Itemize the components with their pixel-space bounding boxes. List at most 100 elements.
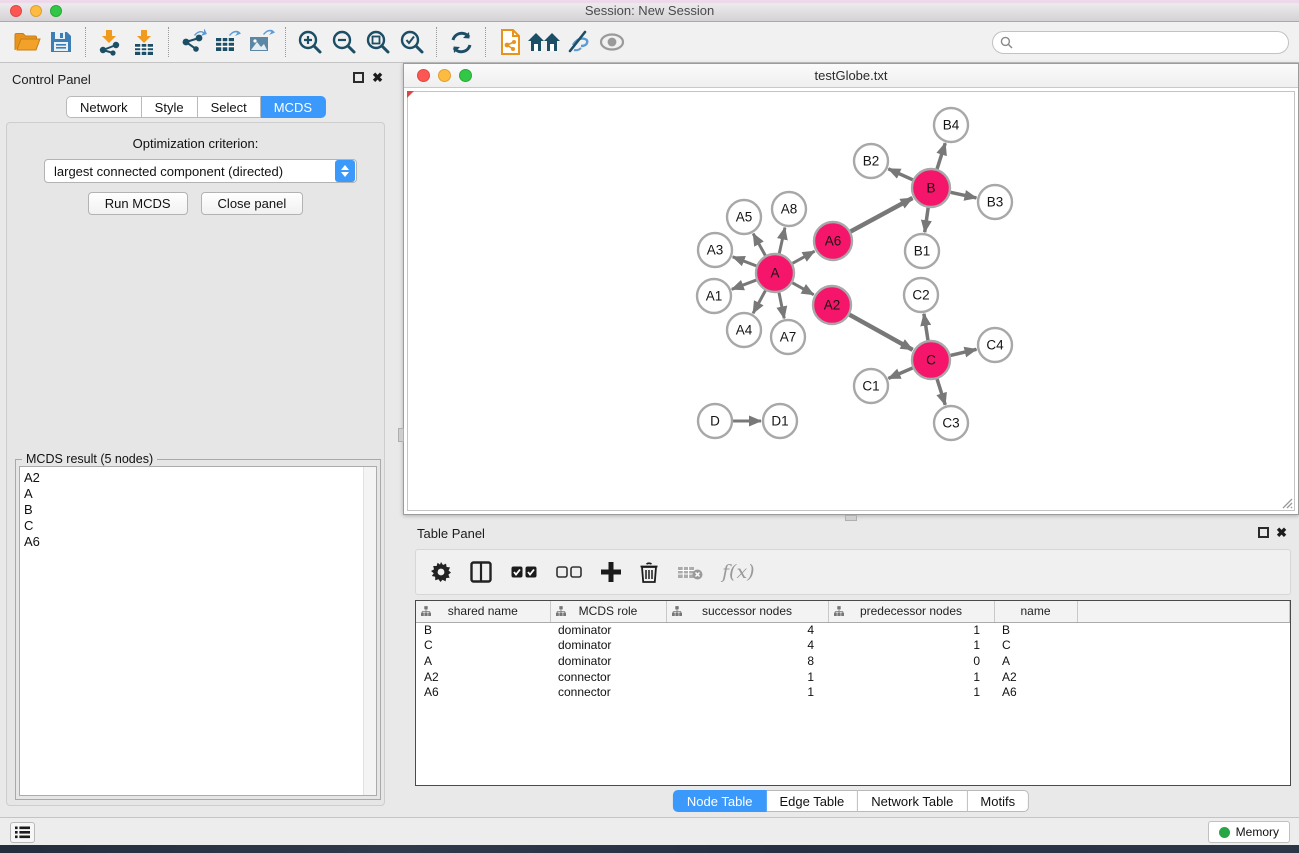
node-C3[interactable]: C3 bbox=[934, 406, 968, 440]
table-cell[interactable]: 0 bbox=[828, 653, 994, 669]
table-cell[interactable]: 4 bbox=[666, 638, 828, 654]
node-table[interactable]: shared nameMCDS rolesuccessor nodesprede… bbox=[415, 600, 1291, 786]
float-panel-icon[interactable] bbox=[353, 72, 364, 83]
hide-graphics-details-button[interactable] bbox=[561, 26, 595, 58]
node-B1[interactable]: B1 bbox=[905, 234, 939, 268]
close-panel-icon[interactable]: ✖ bbox=[372, 70, 383, 86]
edge-C-C1[interactable] bbox=[888, 368, 912, 378]
node-A3[interactable]: A3 bbox=[698, 233, 732, 267]
tab-edge-table[interactable]: Edge Table bbox=[766, 790, 858, 812]
node-B4[interactable]: B4 bbox=[934, 108, 968, 142]
node-A1[interactable]: A1 bbox=[697, 279, 731, 313]
column-header-name[interactable]: name bbox=[994, 601, 1077, 622]
node-C2[interactable]: C2 bbox=[904, 278, 938, 312]
zoom-out-button[interactable] bbox=[327, 26, 361, 58]
table-settings-button[interactable] bbox=[431, 562, 451, 582]
memory-button[interactable]: Memory bbox=[1208, 821, 1290, 843]
show-column-panel-button[interactable] bbox=[470, 561, 492, 583]
search-input[interactable] bbox=[1017, 35, 1288, 49]
export-network-button[interactable] bbox=[176, 26, 210, 58]
add-column-button[interactable] bbox=[601, 562, 621, 582]
table-row[interactable]: Cdominator41C bbox=[416, 638, 1290, 654]
network-canvas[interactable]: B4B2BB3A8A5A6A3B1AC2A1A2A4A7C4CC1C3DD1 bbox=[407, 91, 1295, 511]
column-header-successor-nodes[interactable]: successor nodes bbox=[666, 601, 828, 622]
delete-table-button[interactable] bbox=[677, 564, 703, 581]
edge-C-C2[interactable] bbox=[924, 314, 928, 340]
new-network-from-selection-button[interactable] bbox=[493, 26, 527, 58]
edge-A-A2[interactable] bbox=[792, 283, 813, 295]
edge-A-A4[interactable] bbox=[753, 291, 765, 314]
import-table-button[interactable] bbox=[127, 26, 161, 58]
result-item[interactable]: B bbox=[24, 502, 376, 518]
table-cell[interactable]: 1 bbox=[828, 669, 994, 685]
table-cell[interactable]: 1 bbox=[828, 684, 994, 700]
edge-A-A6[interactable] bbox=[793, 251, 815, 263]
refresh-layout-button[interactable] bbox=[444, 26, 478, 58]
node-B3[interactable]: B3 bbox=[978, 185, 1012, 219]
export-table-button[interactable] bbox=[210, 26, 244, 58]
open-session-button[interactable] bbox=[10, 26, 44, 58]
deselect-all-button[interactable] bbox=[556, 566, 582, 579]
zoom-in-button[interactable] bbox=[293, 26, 327, 58]
horizontal-splitter-handle[interactable] bbox=[845, 515, 857, 521]
table-cell[interactable]: A6 bbox=[416, 684, 550, 700]
edge-A6-B[interactable] bbox=[851, 198, 913, 231]
node-A2[interactable]: A2 bbox=[813, 286, 851, 324]
edge-C-C4[interactable] bbox=[950, 349, 976, 355]
result-scrollbar[interactable] bbox=[363, 467, 376, 795]
result-item[interactable]: A2 bbox=[24, 470, 376, 486]
table-cell[interactable]: 1 bbox=[666, 669, 828, 685]
node-B[interactable]: B bbox=[912, 169, 950, 207]
task-history-button[interactable] bbox=[10, 822, 35, 843]
table-cell[interactable]: C bbox=[416, 638, 550, 654]
table-row[interactable]: A2connector11A2 bbox=[416, 669, 1290, 685]
result-item[interactable]: A bbox=[24, 486, 376, 502]
criterion-select[interactable]: largest connected component (directed) bbox=[44, 159, 357, 183]
edge-B-B1[interactable] bbox=[925, 208, 928, 232]
run-mcds-button[interactable]: Run MCDS bbox=[88, 192, 188, 215]
table-cell[interactable]: B bbox=[416, 622, 550, 638]
node-C1[interactable]: C1 bbox=[854, 369, 888, 403]
zoom-selected-button[interactable] bbox=[395, 26, 429, 58]
zoom-fit-button[interactable] bbox=[361, 26, 395, 58]
node-A[interactable]: A bbox=[756, 254, 794, 292]
panel-splitter-handle[interactable] bbox=[398, 428, 404, 442]
result-item[interactable]: A6 bbox=[24, 534, 376, 550]
node-C4[interactable]: C4 bbox=[978, 328, 1012, 362]
table-cell[interactable]: connector bbox=[550, 669, 666, 685]
edge-B-B3[interactable] bbox=[951, 192, 977, 198]
table-row[interactable]: Bdominator41B bbox=[416, 622, 1290, 638]
export-image-button[interactable] bbox=[244, 26, 278, 58]
home-button[interactable] bbox=[527, 26, 561, 58]
edge-A-A1[interactable] bbox=[732, 280, 757, 289]
table-cell[interactable]: C bbox=[994, 638, 1077, 654]
save-session-button[interactable] bbox=[44, 26, 78, 58]
edge-B-B4[interactable] bbox=[937, 143, 945, 169]
tab-motifs[interactable]: Motifs bbox=[967, 790, 1029, 812]
tab-select[interactable]: Select bbox=[198, 96, 261, 118]
table-cell[interactable]: dominator bbox=[550, 638, 666, 654]
delete-column-button[interactable] bbox=[640, 562, 658, 583]
node-A6[interactable]: A6 bbox=[814, 222, 852, 260]
float-panel-icon[interactable] bbox=[1258, 527, 1269, 538]
table-cell[interactable]: dominator bbox=[550, 622, 666, 638]
show-hide-button[interactable] bbox=[595, 26, 629, 58]
edge-A2-C[interactable] bbox=[849, 315, 912, 350]
tab-style[interactable]: Style bbox=[142, 96, 198, 118]
table-cell[interactable]: B bbox=[994, 622, 1077, 638]
function-builder-button[interactable]: f(x) bbox=[722, 561, 755, 583]
close-panel-button[interactable]: Close panel bbox=[201, 192, 304, 215]
column-header-shared-name[interactable]: shared name bbox=[416, 601, 550, 622]
close-panel-icon[interactable]: ✖ bbox=[1276, 525, 1287, 541]
node-A5[interactable]: A5 bbox=[727, 200, 761, 234]
node-B2[interactable]: B2 bbox=[854, 144, 888, 178]
edge-C-C3[interactable] bbox=[937, 379, 945, 405]
import-network-button[interactable] bbox=[93, 26, 127, 58]
tab-node-table[interactable]: Node Table bbox=[673, 790, 767, 812]
column-header-MCDS-role[interactable]: MCDS role bbox=[550, 601, 666, 622]
node-D[interactable]: D bbox=[698, 404, 732, 438]
node-A8[interactable]: A8 bbox=[772, 192, 806, 226]
node-D1[interactable]: D1 bbox=[763, 404, 797, 438]
edge-A-A8[interactable] bbox=[779, 228, 785, 254]
column-header-predecessor-nodes[interactable]: predecessor nodes bbox=[828, 601, 994, 622]
